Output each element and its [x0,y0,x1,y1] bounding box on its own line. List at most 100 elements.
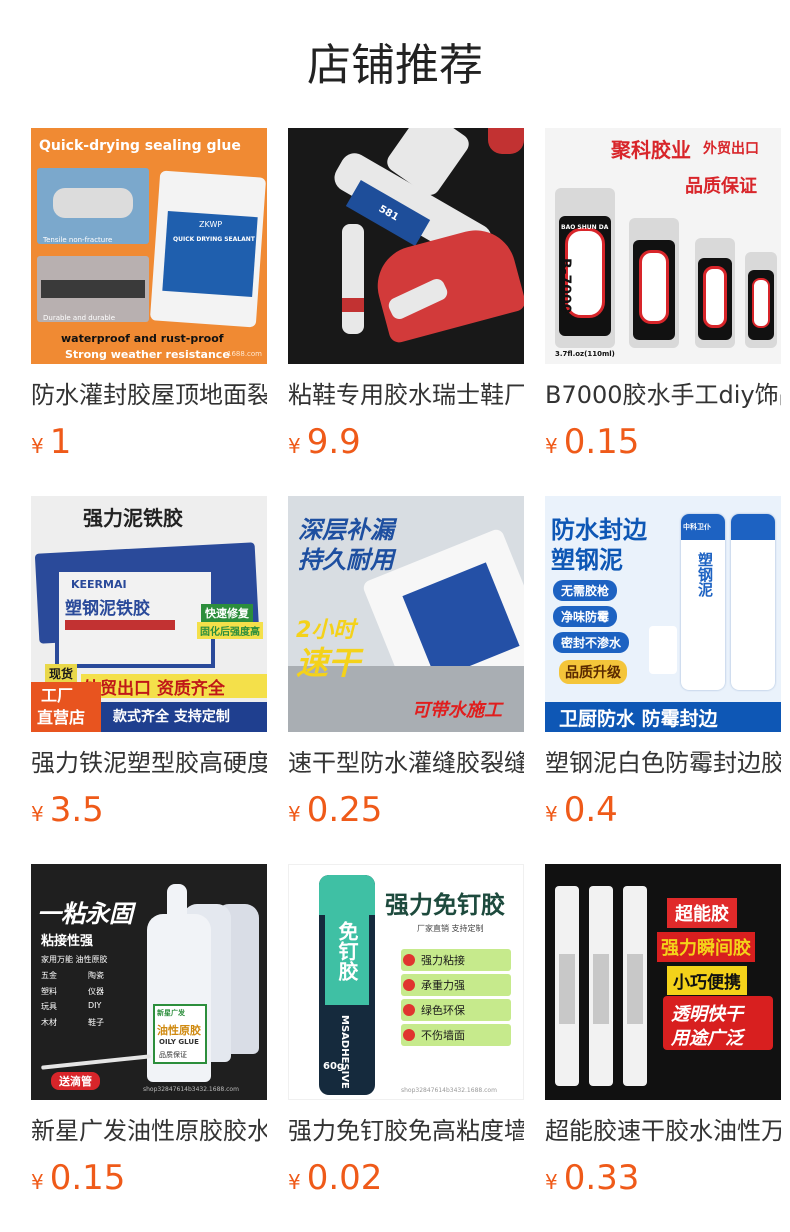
image-sticker: 固化后强度高 [197,622,263,639]
image-maker: BAO SHUN DA [561,224,609,231]
price: ¥ 1 [31,422,267,462]
price-value: 0.15 [563,422,640,462]
image-model: B-7000 [557,258,573,314]
image-brand: KEERMAI [71,578,127,591]
currency-symbol: ¥ [288,434,301,458]
image-headline: Quick-drying sealing glue [39,138,241,154]
product-card[interactable]: Quick-drying sealing glue Tensile non-fr… [31,128,267,496]
price-value: 0.25 [306,790,383,830]
product-image[interactable]: 超能胶 强力瞬间胶 小巧便携 透明快干 用途广泛 [545,864,781,1100]
product-image[interactable]: 一粘永固 粘接性强 家用万能 油性原胶 五金 陶瓷 塑料 仪器 玩具 DIY 木… [31,864,267,1100]
use-item: 塑料 [41,986,57,996]
image-tube-text: 塑钢泥 [696,552,714,597]
price: ¥ 0.02 [288,1158,524,1198]
image-headline: 持久耐用 [298,546,394,574]
product-title[interactable]: 粘鞋专用胶水瑞士鞋厂 [288,378,524,412]
price-value: 0.02 [306,1158,383,1198]
currency-symbol: ¥ [31,434,44,458]
image-caption: Tensile non-fracture [43,236,113,244]
image-brand: 中科卫仆 [683,523,711,531]
product-card[interactable]: 防水封边 塑钢泥 无需胶枪 净味防霉 密封不渗水 品质升级 中科卫仆 塑钢泥 卫… [545,496,781,864]
image-feature: 承重力强 [421,979,465,992]
image-size: 60g [323,1061,345,1072]
product-card[interactable]: 强力泥铁胶 KEERMAI 塑钢泥铁胶 快速修复 固化后强度高 现货 外贸出口 … [31,496,267,864]
currency-symbol: ¥ [545,434,558,458]
product-card[interactable]: 深层补漏 持久耐用 2小时 速干 可带水施工 速干型防水灌缝胶裂缝 ¥ 0.25 [288,496,524,864]
product-image[interactable]: 581 [288,128,524,364]
image-tube-text: 免钉胶 [335,921,359,981]
image-label: 品质保证 [159,1051,187,1059]
image-tag: 外贸出口 [703,141,759,157]
product-title[interactable]: 速干型防水灌缝胶裂缝 [288,746,524,780]
price-value: 0.4 [563,790,618,830]
image-feature: 强力粘接 [421,954,465,967]
price-value: 0.33 [563,1158,640,1198]
image-factory: 工厂 [41,686,74,705]
currency-symbol: ¥ [288,1170,301,1194]
image-headline: 强力泥铁胶 [83,506,183,530]
product-image[interactable]: 深层补漏 持久耐用 2小时 速干 可带水施工 [288,496,524,732]
image-subheadline: 粘接性强 [41,934,94,949]
image-export: 外贸出口 资质齐全 [83,679,225,699]
image-tag: 超能胶 [667,898,737,928]
use-item: 木材 [41,1017,57,1027]
image-footer: 卫厨防水 防霉封边 [559,708,718,730]
product-card[interactable]: 聚科胶业 外贸出口 品质保证 B-7000 BAO SHUN DA 3.7fl.… [545,128,781,496]
product-image[interactable]: Quick-drying sealing glue Tensile non-fr… [31,128,267,364]
image-subheadline: 厂家直销 支持定制 [417,924,484,933]
product-title[interactable]: 强力免钉胶免高粘度墙面 [288,1114,524,1148]
use-item: 鞋子 [88,1017,104,1027]
image-stock-badge: 现货 [45,664,78,683]
product-card[interactable]: 一粘永固 粘接性强 家用万能 油性原胶 五金 陶瓷 塑料 仪器 玩具 DIY 木… [31,864,267,1232]
image-caption: Durable and durable [43,314,116,322]
currency-symbol: ¥ [545,802,558,826]
image-label: OILY GLUE [159,1038,199,1046]
image-feature: 不伤墙面 [421,1029,465,1042]
watermark: shop32847614b3432.1688.com [401,1087,497,1094]
image-feature: 绿色环保 [421,1004,465,1017]
price: ¥ 9.9 [288,422,524,462]
image-tube-text: MSADHESIVE [339,1015,350,1089]
image-note: 可带水施工 [412,700,502,721]
image-uses: 家用万能 油性原胶 [41,955,108,964]
image-sticker: 快速修复 [201,604,253,622]
image-custom: 款式齐全 支持定制 [113,709,230,725]
product-title[interactable]: B7000胶水手工diy饰品 [545,378,781,412]
price-value: 0.15 [49,1158,126,1198]
product-title[interactable]: 超能胶速干胶水油性万能 [545,1114,781,1148]
image-badge: 品质升级 [559,660,627,684]
price: ¥ 0.25 [288,790,524,830]
use-item: 玩具 [41,1002,57,1011]
use-item: 仪器 [88,986,104,996]
image-label: 新星广发 [157,1009,185,1017]
price-value: 1 [49,422,72,462]
image-headline: 强力免钉胶 [385,891,505,919]
product-title[interactable]: 强力铁泥塑型胶高硬度 [31,746,267,780]
product-card[interactable]: 免钉胶 MSADHESIVE 60g 强力免钉胶 厂家直销 支持定制 强力粘接 … [288,864,524,1232]
product-title[interactable]: 防水灌封胶屋顶地面裂缝 [31,378,267,412]
currency-symbol: ¥ [31,1170,44,1194]
product-title[interactable]: 塑钢泥白色防霉封边胶 [545,746,781,780]
price: ¥ 0.33 [545,1158,781,1198]
use-item: 陶瓷 [88,971,104,980]
image-feature: 密封不渗水 [553,632,630,653]
image-speed: 速干 [296,644,361,682]
image-size: 3.7fl.oz(110ml) [555,350,615,358]
product-title[interactable]: 新星广发油性原胶胶水 [31,1114,267,1148]
image-brand: 聚科胶业 [611,138,691,162]
image-brand: ZKWP [199,220,223,229]
product-image[interactable]: 防水封边 塑钢泥 无需胶枪 净味防霉 密封不渗水 品质升级 中科卫仆 塑钢泥 卫… [545,496,781,732]
use-item: 五金 [41,971,57,980]
image-label: 油性原胶 [157,1024,201,1037]
price-value: 9.9 [306,422,361,462]
product-card[interactable]: 超能胶 强力瞬间胶 小巧便携 透明快干 用途广泛 超能胶速干胶水油性万能 ¥ 0… [545,864,781,1232]
currency-symbol: ¥ [31,802,44,826]
product-image[interactable]: 聚科胶业 外贸出口 品质保证 B-7000 BAO SHUN DA 3.7fl.… [545,128,781,364]
image-tag: 强力瞬间胶 [657,932,755,962]
product-image[interactable]: 强力泥铁胶 KEERMAI 塑钢泥铁胶 快速修复 固化后强度高 现货 外贸出口 … [31,496,267,732]
price: ¥ 3.5 [31,790,267,830]
currency-symbol: ¥ [288,802,301,826]
product-image[interactable]: 免钉胶 MSADHESIVE 60g 强力免钉胶 厂家直销 支持定制 强力粘接 … [288,864,524,1100]
image-tagline: Strong weather resistance [65,348,230,361]
product-card[interactable]: 581 粘鞋专用胶水瑞士鞋厂 ¥ 9.9 [288,128,524,496]
